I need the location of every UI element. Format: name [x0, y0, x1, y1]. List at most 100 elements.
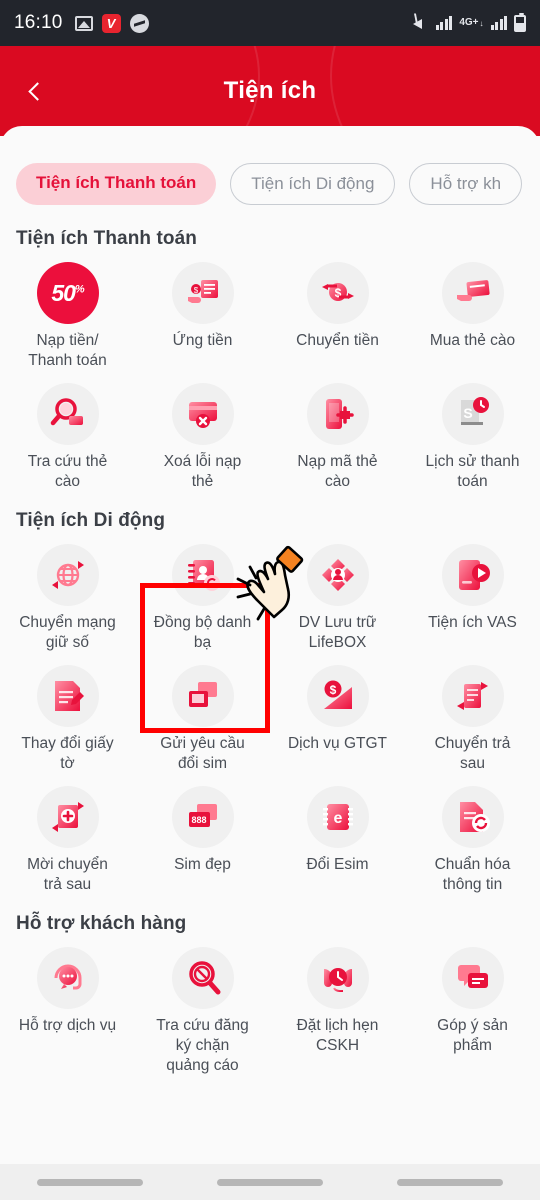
utility-item-label: Sim đẹp	[174, 856, 231, 873]
utility-item-label: Đặt lịch hẹn CSKH	[296, 1017, 379, 1054]
utility-grid-1: Chuyển mạng giữ số Đồng bộ danh bạ DV Lưu …	[0, 538, 540, 899]
utility-item[interactable]: Thay đổi giấy tờ	[0, 659, 135, 778]
magnifier-card-icon	[36, 383, 99, 445]
promo-50-percent-icon: 50%	[36, 262, 99, 324]
utility-item[interactable]: Mời chuyển trả sau	[0, 780, 135, 899]
utility-item[interactable]: e Đổi Esim	[270, 780, 405, 899]
headset-clock-icon	[306, 947, 369, 1009]
utility-grid-2: Hỗ trợ dịch vụ Tra cứu đăng ký chặn quảng…	[0, 941, 540, 1080]
utility-item-label: DV Lưu trữ LifeBOX	[298, 614, 377, 651]
tab-1[interactable]: Tiện ích Di động	[230, 163, 396, 205]
utility-item[interactable]: Hỗ trợ dịch vụ	[0, 941, 135, 1080]
contacts-sync-icon	[171, 544, 234, 606]
utility-item-label: Lịch sử thanh toán	[425, 453, 520, 490]
utility-item-label: Thay đổi giấy tờ	[21, 735, 114, 772]
section-title-0: Tiện ích Thanh toán	[16, 228, 197, 249]
invite-postpaid-icon	[36, 786, 99, 848]
utility-item[interactable]: Mua thẻ cào	[405, 256, 540, 375]
utility-item-label: Xoá lỗi nạp thẻ	[163, 453, 242, 490]
phone-topup-icon	[306, 383, 369, 445]
utility-item[interactable]: Đồng bộ danh bạ	[135, 538, 270, 657]
utility-item[interactable]: Tra cứu thẻ cào	[0, 377, 135, 496]
tab-0[interactable]: Tiện ích Thanh toán	[16, 163, 217, 205]
cloud-storage-person-icon	[306, 544, 369, 606]
magnifier-block-icon	[171, 947, 234, 1009]
svg-text:$: $	[329, 683, 336, 697]
utility-item-label: Chuyển tiền	[296, 332, 379, 349]
battery-icon	[514, 12, 526, 32]
utility-item[interactable]: Tra cứu đăng ký chặn quảng cáo	[135, 941, 270, 1080]
utility-grid-0: 50% Nạp tiền/ Thanh toán $ Ứng tiền $ Chuyển …	[0, 256, 540, 496]
utility-item-label: Tiện ích VAS	[428, 614, 517, 631]
utility-item[interactable]: 888 Sim đẹp	[135, 780, 270, 899]
utility-item[interactable]: Đặt lịch hẹn CSKH	[270, 941, 405, 1080]
utility-item[interactable]: Xoá lỗi nạp thẻ	[135, 377, 270, 496]
utility-item-label: Nạp mã thẻ cào	[297, 453, 378, 490]
vapp-icon: V	[101, 13, 121, 33]
phone-play-icon	[441, 544, 504, 606]
svg-text:e: e	[333, 810, 342, 827]
utility-item-label: Góp ý sản phẩm	[437, 1017, 508, 1054]
feedback-chat-icon	[441, 947, 504, 1009]
tab-2[interactable]: Hỗ trợ kh	[409, 163, 523, 205]
svg-text:$: $	[193, 286, 198, 295]
signal-bars-icon	[435, 16, 453, 30]
signal-bars-2-icon	[490, 16, 507, 30]
sim-888-icon: 888	[171, 786, 234, 848]
document-sync-icon	[441, 786, 504, 848]
globe-arrows-icon	[36, 544, 99, 606]
utility-item[interactable]: $ Ứng tiền	[135, 256, 270, 375]
esim-chip-icon: e	[306, 786, 369, 848]
promo-label: 50%	[51, 279, 84, 306]
hand-scratch-card-icon	[441, 262, 504, 324]
utility-item-label: Chuyển mạng giữ số	[19, 614, 116, 651]
data-arrows-icon: ↓	[479, 18, 484, 28]
tab-bar: Tiện ích Thanh toán Tiện ích Di động Hỗ tr…	[0, 158, 540, 210]
status-bar-notification-icons: V	[74, 13, 149, 33]
app-header: Tiện ích	[0, 46, 540, 136]
utility-item[interactable]: Tiện ích VAS	[405, 538, 540, 657]
money-transfer-arrows-icon: $	[306, 262, 369, 324]
utility-item[interactable]: DV Lưu trữ LifeBOX	[270, 538, 405, 657]
back-pill[interactable]	[397, 1178, 503, 1186]
utility-item-label: Đồng bộ danh bạ	[153, 614, 252, 651]
section-title-1: Tiện ích Di động	[16, 510, 166, 531]
utility-item[interactable]: Góp ý sản phẩm	[405, 941, 540, 1080]
status-bar-clock: 16:10	[14, 12, 63, 33]
utility-item[interactable]: Chuyển mạng giữ số	[0, 538, 135, 657]
network-4g-icon: 4G+ ↓	[459, 18, 483, 28]
utilities-content: Tiện ích Thanh toán 50% Nạp tiền/ Thanh to…	[0, 214, 540, 1174]
status-bar-system-icons: 4G+ ↓	[412, 12, 526, 32]
utility-item-label: Tra cứu đăng ký chặn quảng cáo	[156, 1017, 249, 1074]
utility-item[interactable]: Chuẩn hóa thông tin	[405, 780, 540, 899]
utility-item[interactable]: Chuyển trả sau	[405, 659, 540, 778]
utility-item-label: Chuyển trả sau	[434, 735, 511, 772]
utility-item-label: Chuẩn hóa thông tin	[434, 856, 511, 893]
money-chart-icon: $	[306, 665, 369, 727]
utility-item[interactable]: Gửi yêu cầu đổi sim	[135, 659, 270, 778]
card-error-icon	[171, 383, 234, 445]
section-title-2: Hỗ trợ khách hàng	[16, 913, 187, 934]
mute-icon	[412, 12, 429, 31]
utility-item[interactable]: Nạp mã thẻ cào	[270, 377, 405, 496]
utility-item[interactable]: $ Chuyển tiền	[270, 256, 405, 375]
utility-item[interactable]: S Lịch sử thanh toán	[405, 377, 540, 496]
utility-item[interactable]: $ Dịch vụ GTGT	[270, 659, 405, 778]
content-sheet-top	[0, 126, 540, 154]
system-nav-bar	[0, 1164, 540, 1200]
sim-swap-icon	[171, 665, 234, 727]
app-screen: 16:10 V 4G+ ↓ Tiện ích Tiện ích Thanh to…	[0, 0, 540, 1200]
headset-chat-icon	[36, 947, 99, 1009]
utility-item-label: Đổi Esim	[306, 856, 369, 873]
postpaid-transfer-icon	[441, 665, 504, 727]
home-pill[interactable]	[217, 1178, 323, 1186]
network-4g-label: 4G+	[459, 17, 479, 28]
utility-item-label: Mời chuyển trả sau	[27, 856, 108, 893]
hand-money-document-icon: $	[171, 262, 234, 324]
recents-pill[interactable]	[37, 1178, 143, 1186]
utility-item-label: Mua thẻ cào	[429, 332, 516, 349]
utility-item-label: Ứng tiền	[172, 332, 233, 349]
receipt-clock-icon: S	[441, 383, 504, 445]
utility-item-label: Nạp tiền/ Thanh toán	[28, 332, 107, 369]
utility-item[interactable]: 50% Nạp tiền/ Thanh toán	[0, 256, 135, 375]
